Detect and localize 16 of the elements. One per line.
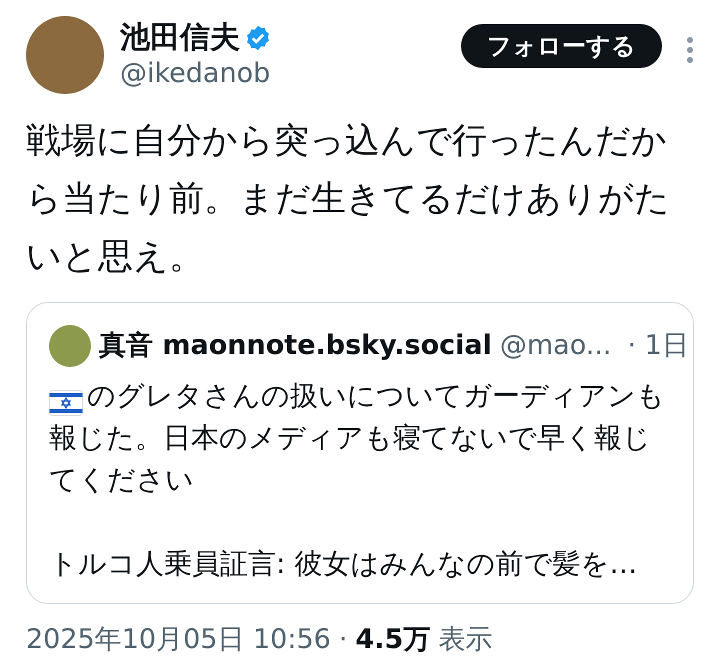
view-count: 4.5万 xyxy=(355,623,430,657)
views-label: 表示 xyxy=(438,623,492,657)
quoted-post-card[interactable]: 真音 maonnote.bsky.social @mao... · 1日 のグレタさんの扱いについてガーディアンも報じた。日本のメディアも寝てないで早く報じてください トルコ人乗員証言: 彼女はみんなの前で髪を… xyxy=(26,302,694,604)
quoted-avatar-placeholder xyxy=(49,325,91,367)
author-handle: @ikedanob xyxy=(120,57,272,91)
more-options-icon[interactable] xyxy=(686,36,694,64)
follow-button[interactable]: フォローする xyxy=(461,24,662,68)
author-name: 池田信夫 xyxy=(120,20,240,56)
post-text: 戦場に自分から突っ込んで行ったんだから当たり前。まだ生きてるだけありがたいと思え。 xyxy=(26,120,671,279)
separator-dot: · xyxy=(338,623,348,657)
quoted-author-name: 真音 maonnote.bsky.social xyxy=(99,328,492,363)
quoted-post-time: · 1日 xyxy=(628,328,689,363)
post-timestamp: 2025年10月05日 10:56 xyxy=(26,623,331,657)
quoted-post-text: トルコ人乗員証言: 彼女はみんなの前で髪を… xyxy=(49,547,638,580)
quoted-author-handle: @mao... xyxy=(500,328,612,363)
quoted-post-text: のグレタさんの扱いについてガーディアンも報じた。日本のメディアも寝てないで早く報じてください xyxy=(49,379,665,496)
